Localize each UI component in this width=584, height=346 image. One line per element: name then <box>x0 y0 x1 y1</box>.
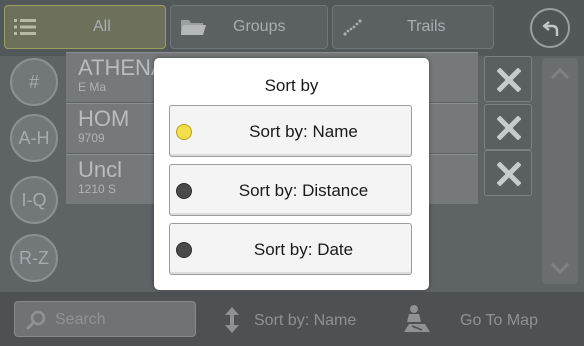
app-window: All Groups Trails # A-H I-Q R-Z ATHENA, … <box>0 0 584 346</box>
sort-dialog: Sort by Sort by: Name Sort by: Distance … <box>154 58 429 290</box>
close-x-icon <box>497 162 521 186</box>
sort-option-label: Sort by: Date <box>253 240 354 259</box>
tab-groups-label: Groups <box>233 18 286 35</box>
close-x-icon <box>497 68 521 92</box>
back-button[interactable] <box>530 8 570 48</box>
scroll-down-icon[interactable] <box>550 262 570 274</box>
tab-trails-label: Trails <box>407 18 446 35</box>
list-item-address: 1210 S <box>78 182 117 196</box>
delete-button[interactable] <box>484 104 532 150</box>
sort-option-date[interactable]: Sort by: Date <box>169 223 412 275</box>
delete-button[interactable] <box>484 56 532 102</box>
radio-unselected-icon <box>176 242 192 258</box>
list-item-address: 9709 <box>78 131 105 145</box>
dialog-title: Sort by <box>264 76 319 95</box>
go-to-map-label: Go To Map <box>460 312 538 329</box>
back-arrow-icon <box>542 21 559 36</box>
radio-unselected-icon <box>176 183 192 199</box>
index-button-hash[interactable]: # <box>10 58 58 106</box>
tab-all[interactable]: All <box>4 5 166 49</box>
trail-dots-icon <box>341 16 365 38</box>
scrollbar[interactable] <box>542 58 578 284</box>
scroll-up-icon[interactable] <box>550 68 570 80</box>
tab-groups[interactable]: Groups <box>170 5 328 49</box>
sort-option-name[interactable]: Sort by: Name <box>169 105 412 157</box>
search-icon <box>26 310 46 330</box>
tab-trails[interactable]: Trails <box>332 5 494 49</box>
sort-option-label: Sort by: Distance <box>238 181 369 200</box>
tab-all-label: All <box>93 18 111 35</box>
close-x-icon <box>497 116 521 140</box>
list-item-name: Uncl <box>78 157 123 182</box>
map-person-icon <box>404 305 430 332</box>
sort-option-label: Sort by: Name <box>249 122 358 141</box>
list-item-name: HOM <box>78 106 130 131</box>
search-input[interactable]: Search <box>14 301 196 337</box>
search-placeholder: Search <box>55 311 106 328</box>
folder-icon <box>179 16 206 38</box>
sort-option-distance[interactable]: Sort by: Distance <box>169 164 412 216</box>
index-button-r-z[interactable]: R-Z <box>10 234 58 282</box>
radio-selected-icon <box>176 124 192 140</box>
delete-button[interactable] <box>484 150 532 196</box>
list-item-address: E Ma <box>78 80 107 94</box>
sort-updown-arrow-icon <box>225 307 239 333</box>
top-tab-bar: All Groups Trails <box>0 0 584 56</box>
list-icon <box>13 16 37 38</box>
bottom-bar: Search Sort by: Name Go To Map <box>0 292 584 346</box>
index-button-i-q[interactable]: I-Q <box>10 176 58 224</box>
index-button-a-h[interactable]: A-H <box>10 114 58 162</box>
sort-button-label: Sort by: Name <box>254 312 357 329</box>
